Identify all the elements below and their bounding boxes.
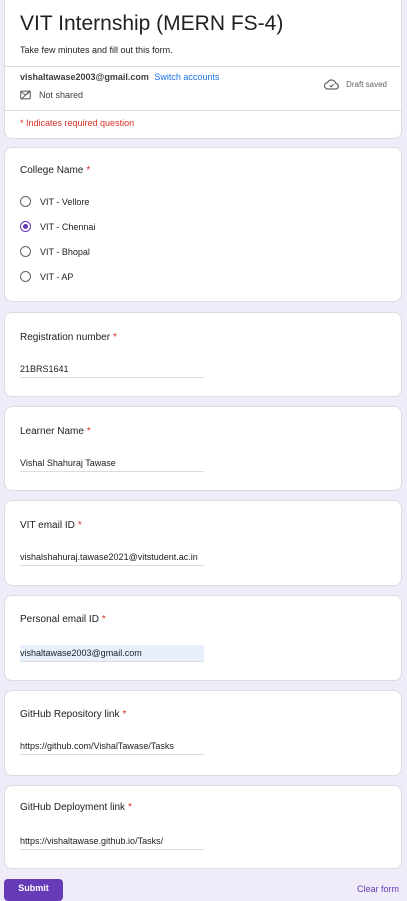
vit-email-input[interactable] bbox=[20, 549, 204, 566]
not-shared-label: Not shared bbox=[39, 90, 84, 100]
cloud-done-icon bbox=[324, 79, 340, 90]
question-title: GitHub Deployment link * bbox=[20, 802, 132, 813]
question-title-text: College Name bbox=[20, 165, 84, 176]
draft-status: Draft saved bbox=[324, 79, 387, 90]
form-header-card: VIT Internship (MERN FS-4) Take few minu… bbox=[4, 0, 402, 139]
question-title: VIT email ID * bbox=[20, 520, 82, 531]
account-email: vishaltawase2003@gmail.com bbox=[20, 72, 149, 82]
question-title: Learner Name * bbox=[20, 426, 91, 437]
question-title: Personal email ID * bbox=[20, 614, 106, 625]
radio-option-bhopal[interactable]: VIT - Bhopal bbox=[20, 246, 90, 257]
question-title-text: VIT email ID bbox=[20, 520, 75, 531]
required-asterisk: * bbox=[101, 614, 106, 625]
question-title-text: Personal email ID bbox=[20, 614, 99, 625]
question-title-text: GitHub Deployment link bbox=[20, 802, 126, 813]
required-asterisk: * bbox=[122, 709, 127, 720]
learner-name-input[interactable] bbox=[20, 455, 204, 472]
required-asterisk: * bbox=[86, 165, 91, 176]
radio-option-label: VIT - Chennai bbox=[40, 221, 96, 232]
radio-option-label: VIT - Vellore bbox=[40, 196, 90, 207]
required-asterisk: * bbox=[86, 426, 91, 437]
college-question-card: College Name * VIT - Vellore VIT - Chenna… bbox=[4, 147, 402, 302]
radio-button[interactable] bbox=[20, 196, 31, 207]
question-card-vit-email: VIT email ID * bbox=[4, 500, 402, 586]
form-title: VIT Internship (MERN FS-4) bbox=[20, 12, 284, 35]
not-shared-icon bbox=[20, 90, 31, 100]
question-title: Registration number * bbox=[20, 332, 117, 343]
question-card-learner-name: Learner Name * bbox=[4, 406, 402, 491]
question-title-text: Registration number bbox=[20, 332, 111, 343]
personal-email-input[interactable] bbox=[20, 645, 204, 662]
radio-option-chennai[interactable]: VIT - Chennai bbox=[20, 221, 95, 232]
question-card-personal-email: Personal email ID * bbox=[4, 595, 402, 681]
radio-option-ap[interactable]: VIT - AP bbox=[20, 271, 73, 282]
required-asterisk: * bbox=[77, 520, 82, 531]
radio-option-label: VIT - Bhopal bbox=[40, 246, 90, 257]
question-card-github-repo: GitHub Repository link * bbox=[4, 690, 402, 776]
switch-accounts-link[interactable]: Switch accounts bbox=[154, 72, 219, 82]
not-shared-status: Not shared bbox=[20, 90, 83, 100]
account-line: vishaltawase2003@gmail.com Switch accoun… bbox=[20, 72, 219, 82]
github-repo-input[interactable] bbox=[20, 738, 204, 755]
draft-status-label: Draft saved bbox=[346, 80, 387, 89]
radio-option-vellore[interactable]: VIT - Vellore bbox=[20, 196, 89, 207]
radio-button[interactable] bbox=[20, 271, 31, 282]
header-divider-2 bbox=[5, 110, 401, 111]
question-title: GitHub Repository link * bbox=[20, 709, 126, 720]
question-title-text: GitHub Repository link bbox=[20, 709, 120, 720]
required-asterisk: * bbox=[113, 332, 117, 343]
github-deployment-input[interactable] bbox=[20, 833, 204, 850]
form-description: Take few minutes and fill out this form. bbox=[20, 45, 173, 55]
radio-option-label: VIT - AP bbox=[40, 271, 74, 282]
registration-number-input[interactable] bbox=[20, 361, 204, 378]
required-asterisk: * bbox=[128, 802, 132, 813]
radio-button-selected[interactable] bbox=[20, 221, 31, 232]
clear-form-button[interactable]: Clear form bbox=[357, 884, 399, 894]
question-card-registration: Registration number * bbox=[4, 312, 402, 397]
required-note: * Indicates required question bbox=[20, 118, 135, 128]
header-divider bbox=[5, 66, 401, 67]
question-title-text: Learner Name bbox=[20, 426, 84, 437]
radio-button[interactable] bbox=[20, 246, 31, 257]
question-card-github-deployment: GitHub Deployment link * bbox=[4, 785, 402, 869]
submit-button[interactable]: Submit bbox=[4, 879, 63, 901]
question-title: College Name * bbox=[20, 165, 90, 176]
